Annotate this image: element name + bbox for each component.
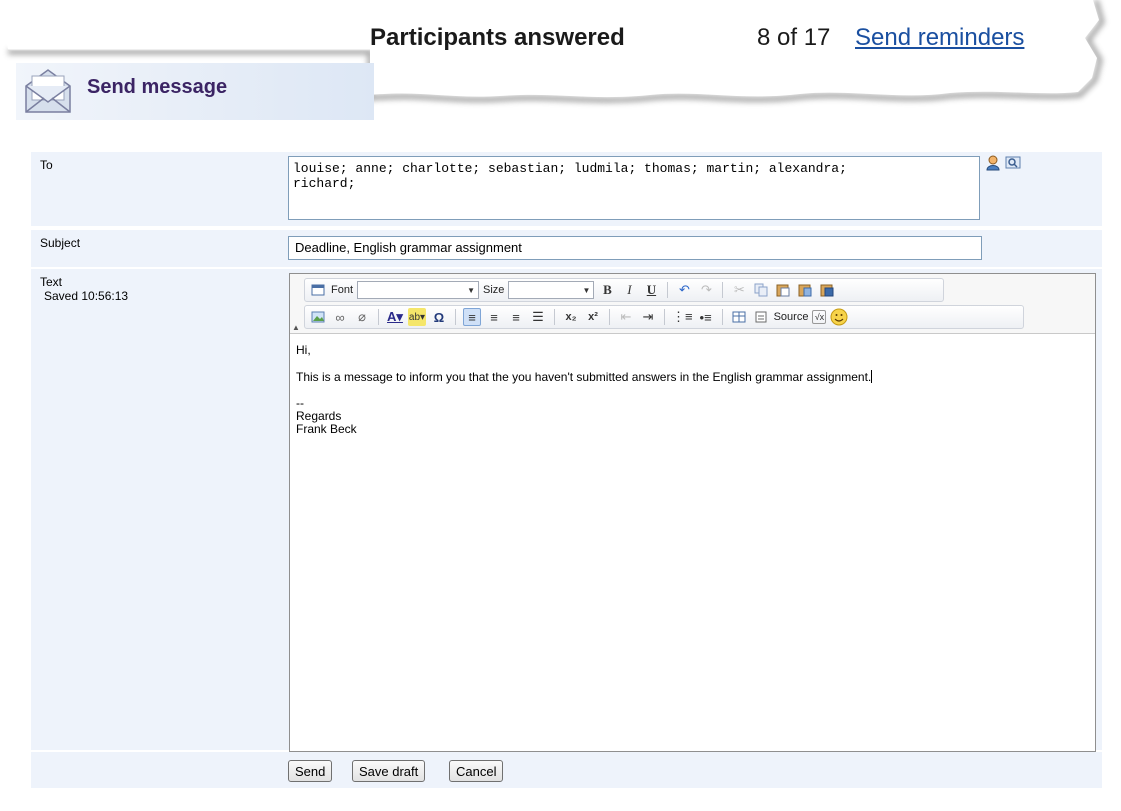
cancel-button[interactable]: Cancel bbox=[449, 760, 504, 782]
table-icon[interactable] bbox=[730, 308, 748, 326]
align-justify-icon[interactable]: ☰ bbox=[529, 308, 547, 326]
bulleted-list-icon[interactable]: •≡ bbox=[697, 308, 715, 326]
background-color-icon[interactable]: ab▾ bbox=[408, 308, 426, 326]
toolbar-separator bbox=[721, 309, 723, 325]
collapse-toolbar-icon[interactable]: ▲ bbox=[292, 323, 300, 332]
text-caret bbox=[871, 370, 873, 383]
toolbar-row-2: ∞ ⌀ A▾ ab▾ Ω ≡ ≡ ≡ ☰ x₂ x² ⇤ ⇥ ⋮≡ •≡ Sou… bbox=[304, 305, 1024, 329]
editor-toolbar: Font ▼ Size ▼ B I U ↶ ↷ ✂ ∞ ⌀ A▾ ab▾ Ω ≡… bbox=[290, 274, 1095, 334]
size-label: Size bbox=[483, 284, 505, 296]
bold-icon[interactable]: B bbox=[598, 281, 616, 299]
text-label: Text bbox=[40, 275, 63, 289]
send-message-title: Send message bbox=[87, 76, 228, 98]
send-button[interactable]: Send bbox=[288, 760, 333, 782]
to-label: To bbox=[40, 158, 53, 172]
editor-line: Hi, bbox=[296, 343, 311, 357]
align-center-icon[interactable]: ≡ bbox=[485, 308, 503, 326]
editor-line: Frank Beck bbox=[296, 422, 357, 436]
send-message-header: Send message bbox=[16, 63, 374, 120]
redo-icon[interactable]: ↷ bbox=[697, 281, 715, 299]
editor-line: Regards bbox=[296, 409, 342, 423]
to-row: To louise; anne; charlotte; sebastian; l… bbox=[31, 152, 1102, 226]
to-icons bbox=[986, 155, 1028, 174]
outdent-icon[interactable]: ⇤ bbox=[617, 308, 635, 326]
envelope-icon bbox=[20, 66, 76, 119]
editor-content[interactable]: Hi, This is a message to inform you that… bbox=[290, 334, 1095, 752]
paste-word-icon[interactable] bbox=[818, 281, 836, 299]
source-icon[interactable] bbox=[752, 308, 770, 326]
address-book-icon bbox=[986, 155, 1000, 171]
send-reminders-link[interactable]: Send reminders bbox=[855, 24, 1024, 52]
toolbar-separator bbox=[378, 309, 379, 325]
subscript-icon[interactable]: x₂ bbox=[562, 308, 580, 326]
search-contacts-icon bbox=[1005, 156, 1021, 169]
toolbar-separator bbox=[609, 309, 610, 325]
underline-icon[interactable]: U bbox=[642, 281, 660, 299]
editor-line-text: This is a message to inform you that the… bbox=[296, 370, 872, 384]
paste-icon[interactable] bbox=[774, 281, 792, 299]
rich-text-editor: Font ▼ Size ▼ B I U ↶ ↷ ✂ ∞ ⌀ A▾ ab▾ Ω ≡… bbox=[289, 273, 1096, 752]
toolbar-separator bbox=[722, 282, 724, 298]
subject-row: Subject Deadline, English grammar assign… bbox=[31, 230, 1102, 267]
math-icon[interactable]: √x bbox=[812, 310, 827, 324]
toolbar-separator bbox=[554, 309, 555, 325]
toolbar-separator bbox=[664, 309, 665, 325]
indent-icon[interactable]: ⇥ bbox=[639, 308, 657, 326]
editor-line: This is a message to inform you that the… bbox=[296, 370, 1089, 384]
align-left-icon[interactable]: ≡ bbox=[463, 308, 481, 326]
paste-text-icon[interactable] bbox=[796, 281, 814, 299]
link-icon[interactable]: ∞ bbox=[331, 308, 349, 326]
text-color-icon[interactable]: A▾ bbox=[386, 308, 404, 326]
toolbar-row-1: Font ▼ Size ▼ B I U ↶ ↷ ✂ bbox=[304, 278, 944, 302]
copy-icon[interactable] bbox=[752, 281, 770, 299]
toolbar-separator bbox=[667, 282, 669, 298]
superscript-icon[interactable]: x² bbox=[584, 308, 602, 326]
text-row: Text Saved 10:56:13 Font ▼ Size ▼ B I U … bbox=[31, 269, 1102, 752]
font-select[interactable]: ▼ bbox=[357, 281, 480, 299]
unlink-icon[interactable]: ⌀ bbox=[353, 308, 371, 326]
editor-line: -- bbox=[296, 396, 304, 410]
font-label: Font bbox=[331, 284, 354, 296]
cut-icon[interactable]: ✂ bbox=[730, 281, 748, 299]
maximize-icon[interactable] bbox=[309, 281, 327, 299]
special-char-icon[interactable]: Ω bbox=[430, 308, 448, 326]
subject-label: Subject bbox=[40, 236, 81, 250]
italic-icon[interactable]: I bbox=[620, 281, 638, 299]
participants-count: 8 of 17 bbox=[757, 24, 831, 51]
save-draft-button[interactable]: Save draft bbox=[352, 760, 426, 782]
actions-row: Send Save draft Cancel bbox=[31, 752, 1102, 788]
image-icon[interactable] bbox=[309, 308, 327, 326]
subject-input[interactable]: Deadline, English grammar assignment bbox=[288, 236, 982, 260]
toolbar-separator bbox=[455, 309, 456, 325]
to-recipients-field[interactable]: louise; anne; charlotte; sebastian; ludm… bbox=[288, 156, 980, 220]
smiley-icon[interactable] bbox=[830, 308, 848, 326]
saved-status: Saved 10:56:13 bbox=[44, 289, 129, 303]
size-select[interactable]: ▼ bbox=[508, 281, 595, 299]
participants-answered-label: Participants answered bbox=[370, 24, 625, 51]
undo-icon[interactable]: ↶ bbox=[675, 281, 693, 299]
numbered-list-icon[interactable]: ⋮≡ bbox=[672, 308, 693, 326]
align-right-icon[interactable]: ≡ bbox=[507, 308, 525, 326]
source-label[interactable]: Source bbox=[774, 311, 809, 323]
